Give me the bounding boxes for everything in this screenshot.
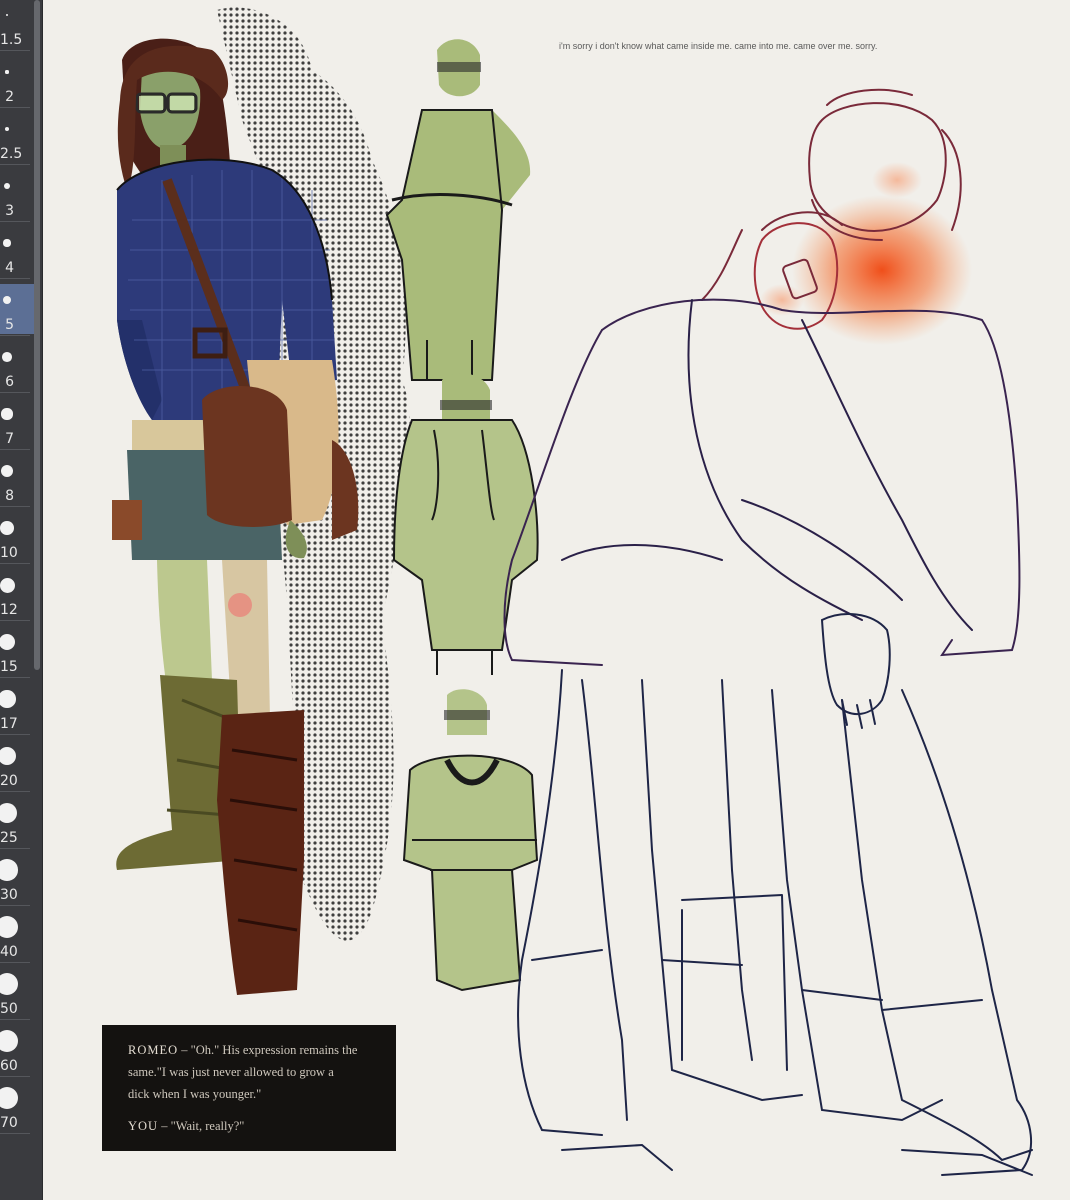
brush-preview-icon — [0, 973, 18, 995]
dialogue-line-3: dick when I was younger." — [128, 1087, 262, 1101]
brush-preview-icon — [1, 408, 13, 420]
brush-separator — [0, 791, 30, 792]
brush-preview-icon — [6, 14, 8, 16]
brush-size-panel: 1.5 2 2.5 3 4 5 6 7 8 10 12 15 17 20 25 30 40 50 60 70 — [0, 0, 43, 1200]
brush-size-label: 20 — [0, 773, 18, 789]
brush-size-item[interactable]: 30 — [0, 854, 34, 904]
brush-size-item[interactable]: 25 — [0, 797, 34, 847]
brush-size-label: 6 — [5, 374, 14, 390]
brush-preview-icon — [0, 521, 14, 535]
brush-preview-icon — [0, 690, 16, 708]
brush-separator — [0, 278, 30, 279]
drawing-canvas[interactable]: i'm sorry i don't know what came inside … — [42, 0, 1070, 1200]
brush-size-item[interactable]: 12 — [0, 569, 34, 619]
brush-separator — [0, 506, 30, 507]
brush-preview-icon — [0, 916, 18, 938]
brush-size-item[interactable]: 6 — [0, 341, 34, 391]
brush-separator — [0, 563, 30, 564]
brush-preview-icon — [0, 633, 16, 651]
brush-size-label: 25 — [0, 830, 18, 846]
brush-size-label: 4 — [5, 260, 14, 276]
brush-preview-icon — [2, 295, 12, 305]
brush-size-item[interactable]: 4 — [0, 227, 34, 277]
brush-size-label: 30 — [0, 887, 18, 903]
brush-preview-icon — [5, 70, 9, 74]
brush-preview-icon — [0, 577, 15, 593]
brush-separator — [0, 1133, 30, 1134]
brush-separator — [0, 392, 30, 393]
brush-size-item[interactable]: 3 — [0, 170, 34, 220]
brush-size-item[interactable]: 17 — [0, 683, 34, 733]
brush-size-item[interactable]: 60 — [0, 1025, 34, 1075]
brush-separator — [0, 335, 30, 336]
brush-separator — [0, 50, 30, 51]
brush-size-label: 7 — [5, 431, 14, 447]
brush-size-item[interactable]: 15 — [0, 626, 34, 676]
brush-size-label: 8 — [5, 488, 14, 504]
artwork — [112, 7, 1033, 1176]
brush-preview-icon — [2, 352, 12, 362]
brush-preview-icon — [0, 1030, 18, 1052]
brush-size-item[interactable]: 20 — [0, 740, 34, 790]
brush-size-item[interactable]: 8 — [0, 455, 34, 505]
brush-preview-icon — [4, 126, 10, 132]
brush-size-item[interactable]: 5 — [0, 284, 34, 334]
brush-separator — [0, 734, 30, 735]
brush-size-label: 15 — [0, 659, 18, 675]
line-art-couple — [503, 88, 1033, 1176]
brush-separator — [0, 962, 30, 963]
brush-size-label: 2 — [5, 89, 14, 105]
brush-size-item[interactable]: 1.5 — [0, 0, 34, 49]
brush-separator — [0, 848, 30, 849]
brush-separator — [0, 620, 30, 621]
brush-size-item[interactable]: 70 — [0, 1082, 34, 1132]
brush-size-item[interactable]: 2.5 — [0, 113, 34, 163]
brush-size-item[interactable]: 40 — [0, 911, 34, 961]
brush-size-label: 5 — [5, 317, 14, 333]
dialogue-text: – "Oh." His expression remains the — [181, 1043, 358, 1057]
brush-size-label: 17 — [0, 716, 18, 732]
caption-note: i'm sorry i don't know what came inside … — [559, 41, 878, 51]
brush-size-label: 40 — [0, 944, 18, 960]
brush-preview-icon — [3, 239, 11, 247]
brush-size-item[interactable]: 7 — [0, 398, 34, 448]
dialogue-text: – "Wait, really?" — [161, 1119, 245, 1133]
brush-separator — [0, 677, 30, 678]
brush-size-label: 12 — [0, 602, 18, 618]
brush-separator — [0, 1019, 30, 1020]
brush-size-label: 50 — [0, 1001, 18, 1017]
brush-separator — [0, 107, 30, 108]
brush-size-label: 3 — [5, 203, 14, 219]
brush-preview-icon — [0, 859, 18, 881]
speaker-romeo: ROMEO — [128, 1043, 179, 1057]
brush-size-item[interactable]: 2 — [0, 56, 34, 106]
panel-scrollbar[interactable] — [34, 0, 40, 670]
dialogue-line-2: same."I was just never allowed to grow a — [128, 1065, 334, 1079]
dialogue-line-1: ROMEO – "Oh." His expression remains the — [128, 1039, 382, 1061]
brush-size-label: 60 — [0, 1058, 18, 1074]
brush-separator — [0, 449, 30, 450]
brush-size-label: 2.5 — [0, 146, 23, 162]
brush-separator — [0, 221, 30, 222]
dialogue-box: ROMEO – "Oh." His expression remains the… — [102, 1025, 396, 1151]
brush-size-item[interactable]: 50 — [0, 968, 34, 1018]
green-sketch-figure-bottom — [402, 689, 539, 992]
green-sketch-figure-top — [385, 39, 531, 381]
brush-preview-icon — [0, 746, 17, 766]
green-sketch-figure-middle — [392, 373, 539, 675]
brush-preview-icon — [0, 802, 18, 824]
brush-size-label: 1.5 — [0, 32, 23, 48]
brush-preview-icon — [0, 464, 14, 478]
brush-size-item[interactable]: 10 — [0, 512, 34, 562]
dialogue-line-4: YOU – "Wait, really?" — [128, 1115, 382, 1137]
brush-preview-icon — [4, 183, 10, 189]
brush-separator — [0, 905, 30, 906]
brush-size-label: 10 — [0, 545, 18, 561]
brush-preview-icon — [0, 1087, 18, 1109]
speaker-you: YOU — [128, 1119, 159, 1133]
brush-size-label: 70 — [0, 1115, 18, 1131]
brush-separator — [0, 164, 30, 165]
brush-separator — [0, 1076, 30, 1077]
